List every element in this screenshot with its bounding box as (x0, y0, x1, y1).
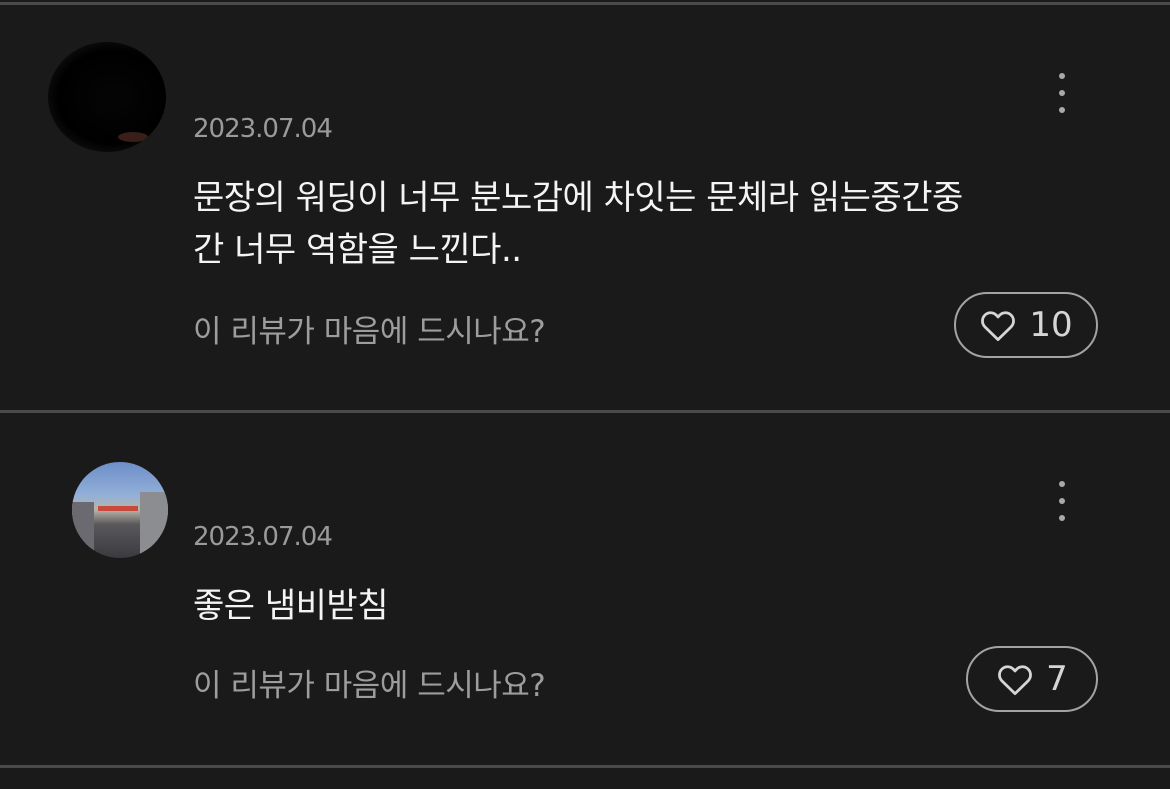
heart-outline-icon (998, 665, 1033, 696)
review-item: ㅤㅤㅤ 2023.07.04 좋은 냄비받침 이 리뷰가 마음에 드시나요? 7 (0, 0, 1170, 789)
avatar[interactable] (72, 462, 168, 558)
review-divider (0, 765, 1170, 768)
username[interactable]: ㅤㅤㅤ (193, 478, 283, 488)
review-text: 좋은 냄비받침 (193, 580, 1093, 632)
like-count: 7 (1046, 659, 1068, 699)
more-options-button[interactable] (1055, 479, 1069, 523)
more-vertical-icon (1059, 481, 1065, 487)
like-prompt: 이 리뷰가 마음에 드시나요? (193, 668, 546, 704)
review-date: 2023.07.04 (193, 522, 333, 552)
review-text-line: 좋은 냄비받침 (193, 586, 389, 626)
like-button[interactable]: 7 (966, 646, 1098, 712)
